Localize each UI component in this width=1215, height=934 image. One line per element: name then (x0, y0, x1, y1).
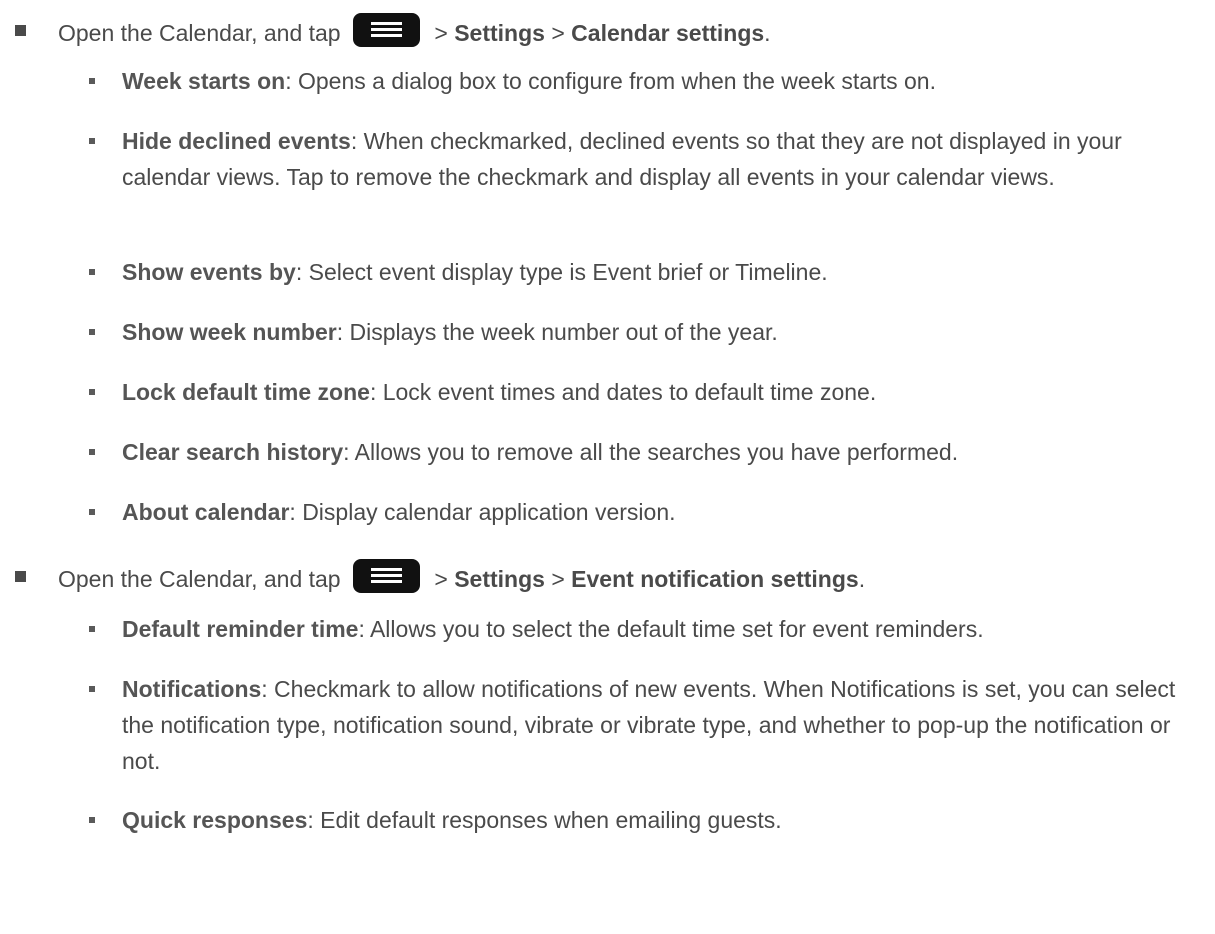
item-term: Week starts on (122, 68, 286, 94)
item-desc: : Checkmark to allow notifications of ne… (122, 676, 1176, 774)
step-intro: Open the Calendar, and tap (58, 566, 341, 592)
path-separator: > (551, 566, 565, 592)
item-term: Show week number (122, 319, 337, 345)
square-bullet-icon (15, 571, 26, 582)
item-desc: : Select event display type is Event bri… (295, 259, 828, 285)
item-text: Hide declined events: When checkmarked, … (122, 123, 1202, 195)
item-text: Show events by: Select event display typ… (122, 254, 1202, 290)
step-end: . (764, 20, 771, 46)
menu-icon[interactable] (353, 13, 420, 47)
item-term: Notifications (122, 676, 262, 702)
item-term: Quick responses (122, 807, 308, 833)
bullet-icon (89, 389, 95, 395)
item-term: About calendar (122, 499, 290, 525)
item-text: Clear search history: Allows you to remo… (122, 434, 1202, 470)
settings-document: Open the Calendar, and tap > Settings > … (0, 0, 1215, 934)
step-text: Open the Calendar, and tap > Settings > … (58, 559, 865, 594)
square-bullet-icon (15, 25, 26, 36)
bullet-icon (89, 78, 95, 84)
bullet-icon (89, 626, 95, 632)
item-desc: : Lock event times and dates to default … (369, 379, 877, 405)
path-calendar-settings: Calendar settings (571, 20, 765, 46)
item-term: Hide declined events (122, 128, 351, 154)
item-text: Show week number: Displays the week numb… (122, 314, 1202, 350)
item-desc: : Edit default responses when emailing g… (307, 807, 782, 833)
path-separator: > (434, 566, 448, 592)
item-text: Quick responses: Edit default responses … (122, 802, 1202, 838)
path-separator: > (434, 20, 448, 46)
path-separator: > (551, 20, 565, 46)
item-desc: : Opens a dialog box to configure from w… (285, 68, 936, 94)
item-text: Default reminder time: Allows you to sel… (122, 611, 1202, 647)
bullet-icon (89, 449, 95, 455)
item-desc: : Display calendar application version. (289, 499, 676, 525)
item-desc: : Allows you to remove all the searches … (343, 439, 959, 465)
bullet-icon (89, 817, 95, 823)
item-text: About calendar: Display calendar applica… (122, 494, 1202, 530)
bullet-icon (89, 138, 95, 144)
bullet-icon (89, 686, 95, 692)
path-event-notification-settings: Event notification settings (571, 566, 859, 592)
item-term: Default reminder time (122, 616, 359, 642)
path-settings: Settings (454, 566, 545, 592)
item-text: Lock default time zone: Lock event times… (122, 374, 1202, 410)
bullet-icon (89, 509, 95, 515)
calendar-settings-step: Open the Calendar, and tap > Settings > … (0, 0, 1215, 60)
bullet-icon (89, 269, 95, 275)
item-term: Show events by (122, 259, 296, 285)
step-end: . (858, 566, 866, 592)
menu-icon[interactable] (353, 559, 420, 593)
item-text: Week starts on: Opens a dialog box to co… (122, 63, 1202, 99)
item-term: Clear search history (122, 439, 344, 465)
item-desc: : Displays the week number out of the ye… (336, 319, 778, 345)
path-settings: Settings (454, 20, 545, 46)
bullet-icon (89, 329, 95, 335)
item-term: Lock default time zone (122, 379, 370, 405)
event-notification-settings-step: Open the Calendar, and tap > Settings > … (0, 546, 1215, 606)
item-text: Notifications: Checkmark to allow notifi… (122, 671, 1202, 779)
step-text: Open the Calendar, and tap > Settings > … (58, 13, 771, 48)
step-intro: Open the Calendar, and tap (58, 20, 341, 46)
item-desc: : Allows you to select the default time … (358, 616, 984, 642)
